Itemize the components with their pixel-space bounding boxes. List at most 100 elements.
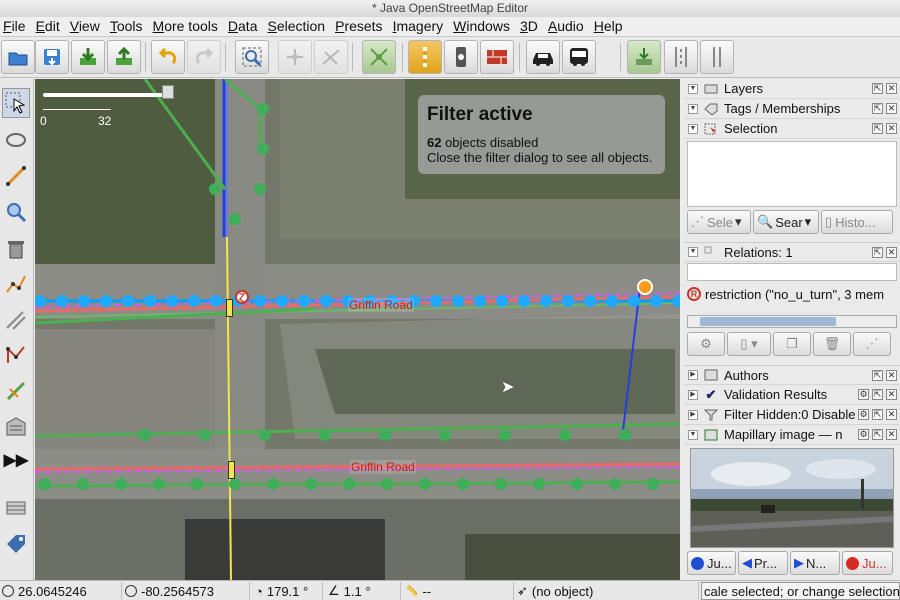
map-node[interactable]: [584, 295, 596, 307]
traffic-signals-icon[interactable]: [408, 40, 442, 74]
select-members-icon[interactable]: ⋰: [853, 332, 891, 356]
map-node[interactable]: [257, 143, 269, 155]
wireframe-icon[interactable]: [314, 40, 348, 74]
map-node[interactable]: [619, 429, 631, 441]
close-icon[interactable]: ✕: [886, 103, 897, 114]
map-node[interactable]: [496, 295, 508, 307]
add-relation-icon[interactable]: ⚙: [687, 332, 725, 356]
extrude-tool-icon[interactable]: [2, 340, 30, 370]
map-node[interactable]: [122, 295, 134, 307]
history-button[interactable]: ▯ Histo...: [821, 210, 893, 234]
map-node[interactable]: [188, 295, 200, 307]
close-icon[interactable]: ✕: [886, 246, 897, 258]
expand-arrow-icon[interactable]: ▶: [688, 370, 698, 380]
map-node[interactable]: [650, 295, 662, 307]
map-view[interactable]: 0 32 Filter active 62 objects disabled C…: [35, 79, 680, 580]
detach-icon[interactable]: ⇱: [872, 123, 883, 134]
select-tool-icon[interactable]: [2, 88, 30, 118]
close-icon[interactable]: ✕: [886, 389, 897, 400]
expand-arrow-icon[interactable]: ▶: [688, 389, 698, 400]
edit-relation-icon[interactable]: ▯ ▾: [727, 332, 771, 356]
expand-arrow-icon[interactable]: ▼: [688, 247, 698, 257]
map-node[interactable]: [254, 295, 266, 307]
menu-view[interactable]: View: [68, 17, 108, 36]
map-node[interactable]: [298, 295, 310, 307]
bus-icon[interactable]: [562, 40, 596, 74]
map-node[interactable]: [115, 478, 127, 490]
map-node[interactable]: [474, 295, 486, 307]
previous-button[interactable]: ◀ Pr...: [738, 551, 788, 575]
delete-tool-icon[interactable]: [2, 234, 30, 264]
zoom-slider-handle[interactable]: [162, 85, 174, 99]
map-node[interactable]: [153, 478, 165, 490]
close-icon[interactable]: ✕: [886, 369, 897, 381]
menu-selection[interactable]: Selection: [265, 17, 333, 36]
map-node[interactable]: [628, 295, 640, 307]
close-icon[interactable]: ✕: [886, 429, 897, 440]
zoom-to-selection-icon[interactable]: [235, 40, 269, 74]
save-icon[interactable]: [35, 40, 69, 74]
undo-icon[interactable]: [151, 40, 185, 74]
crossing-icon[interactable]: [700, 40, 734, 74]
map-node[interactable]: [305, 478, 317, 490]
open-file-icon[interactable]: [1, 40, 35, 74]
map-node[interactable]: [100, 295, 112, 307]
expand-arrow-icon[interactable]: ▶: [688, 409, 698, 420]
settings-icon[interactable]: ⚙: [858, 389, 869, 400]
menu-audio[interactable]: Audio: [546, 17, 592, 36]
split-way-icon[interactable]: [362, 40, 396, 74]
map-node[interactable]: [379, 429, 391, 441]
more-tools-icon[interactable]: ▶▶: [2, 445, 30, 475]
select-button[interactable]: ⋰ Sele ▾: [687, 210, 751, 234]
map-node[interactable]: [199, 429, 211, 441]
barrier-icon[interactable]: [480, 40, 514, 74]
selection-panel-header[interactable]: ▼ Selection ⇱ ✕: [683, 119, 900, 139]
map-node[interactable]: [457, 478, 469, 490]
map-node[interactable]: [499, 429, 511, 441]
tag-tool-icon[interactable]: [2, 529, 30, 559]
map-node[interactable]: [320, 295, 332, 307]
upload-icon[interactable]: [107, 40, 141, 74]
parallel-tool-icon[interactable]: [2, 305, 30, 335]
expand-arrow-icon[interactable]: ▼: [688, 123, 698, 134]
redo-icon[interactable]: [187, 40, 221, 74]
map-node[interactable]: [495, 478, 507, 490]
authors-panel-header[interactable]: ▶ Authors ⇱ ✕: [683, 365, 900, 385]
map-node[interactable]: [571, 478, 583, 490]
menu-3d[interactable]: 3D: [518, 17, 546, 36]
detach-icon[interactable]: ⇱: [872, 83, 883, 94]
map-node[interactable]: [257, 103, 269, 115]
validation-panel-header[interactable]: ▶ ✔ Validation Results ⚙ ⇱ ✕: [683, 385, 900, 405]
menu-data[interactable]: Data: [226, 17, 266, 36]
settings-icon[interactable]: ⚙: [858, 429, 869, 440]
detach-icon[interactable]: ⇱: [872, 429, 883, 440]
relations-panel-header[interactable]: ▼ Relations: 1 ⇱ ✕: [683, 242, 900, 262]
improve-way-tool-icon[interactable]: [2, 269, 30, 299]
map-node[interactable]: [267, 478, 279, 490]
map-node[interactable]: [209, 183, 221, 195]
map-node[interactable]: [647, 478, 659, 490]
map-node[interactable]: [254, 183, 266, 195]
close-icon[interactable]: ✕: [886, 123, 897, 134]
mapillary-image[interactable]: [690, 448, 894, 548]
download-icon[interactable]: [71, 40, 105, 74]
map-node[interactable]: [56, 295, 68, 307]
map-node[interactable]: [430, 295, 442, 307]
map-node[interactable]: [606, 295, 618, 307]
map-node[interactable]: [381, 478, 393, 490]
draw-nodes-tool-icon[interactable]: [2, 161, 30, 191]
map-node[interactable]: [609, 478, 621, 490]
map-node[interactable]: [39, 478, 51, 490]
mapillary-panel-header[interactable]: ▼ Mapillary image — n ⚙ ⇱ ✕: [683, 425, 900, 445]
menu-presets[interactable]: Presets: [333, 17, 390, 36]
turn-restriction-icon[interactable]: Ɀ: [235, 290, 249, 304]
traffic-signal-icon[interactable]: [226, 299, 233, 317]
map-node[interactable]: [144, 295, 156, 307]
expand-arrow-icon[interactable]: ▼: [688, 429, 698, 440]
jump-back-button[interactable]: Ju...: [687, 551, 736, 575]
menu-windows[interactable]: Windows: [451, 17, 518, 36]
detach-icon[interactable]: ⇱: [872, 389, 883, 400]
selection-list[interactable]: [687, 141, 897, 207]
next-button[interactable]: ▶ N...: [790, 551, 840, 575]
menu-imagery[interactable]: Imagery: [391, 17, 452, 36]
